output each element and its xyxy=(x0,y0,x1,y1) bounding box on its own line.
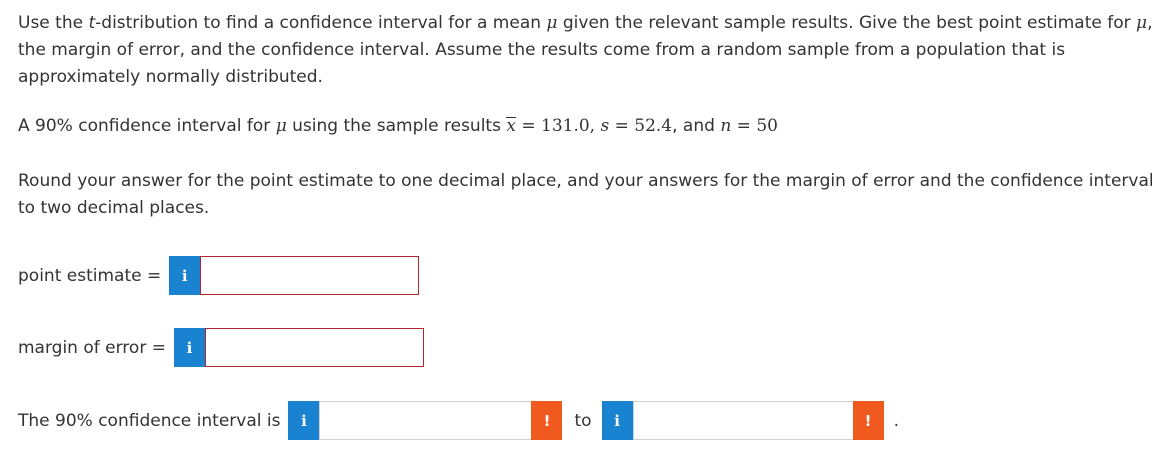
question-intro: Use the t-distribution to find a confide… xyxy=(18,13,1153,87)
question-setup: A 90% confidence interval for μ using th… xyxy=(18,116,778,136)
margin-of-error-input[interactable] xyxy=(204,328,424,367)
sample-stats: x = 131.0, s = 52.4 xyxy=(506,116,673,136)
confidence-interval-label: The 90% confidence interval is xyxy=(18,410,281,431)
point-estimate-label: point estimate = xyxy=(18,265,162,286)
warning-icon[interactable]: ! xyxy=(852,401,884,440)
info-icon[interactable]: i xyxy=(173,328,205,367)
to-label: to xyxy=(574,410,592,431)
info-icon[interactable]: i xyxy=(288,401,320,440)
point-estimate-row: point estimate = i xyxy=(18,256,420,295)
info-icon[interactable]: i xyxy=(169,256,201,295)
ci-lower-input[interactable] xyxy=(319,401,532,440)
sentence-period: . xyxy=(893,410,899,431)
info-icon[interactable]: i xyxy=(601,401,633,440)
confidence-interval-row: The 90% confidence interval is i ! to i … xyxy=(18,401,899,440)
margin-of-error-row: margin of error = i xyxy=(18,328,424,367)
warning-icon[interactable]: ! xyxy=(531,401,563,440)
margin-of-error-label: margin of error = xyxy=(18,337,166,358)
rounding-instructions: Round your answer for the point estimate… xyxy=(18,171,1154,218)
question-text: Use the t-distribution to find a confide… xyxy=(18,8,1158,222)
ci-upper-input[interactable] xyxy=(632,401,853,440)
point-estimate-input[interactable] xyxy=(200,256,420,295)
